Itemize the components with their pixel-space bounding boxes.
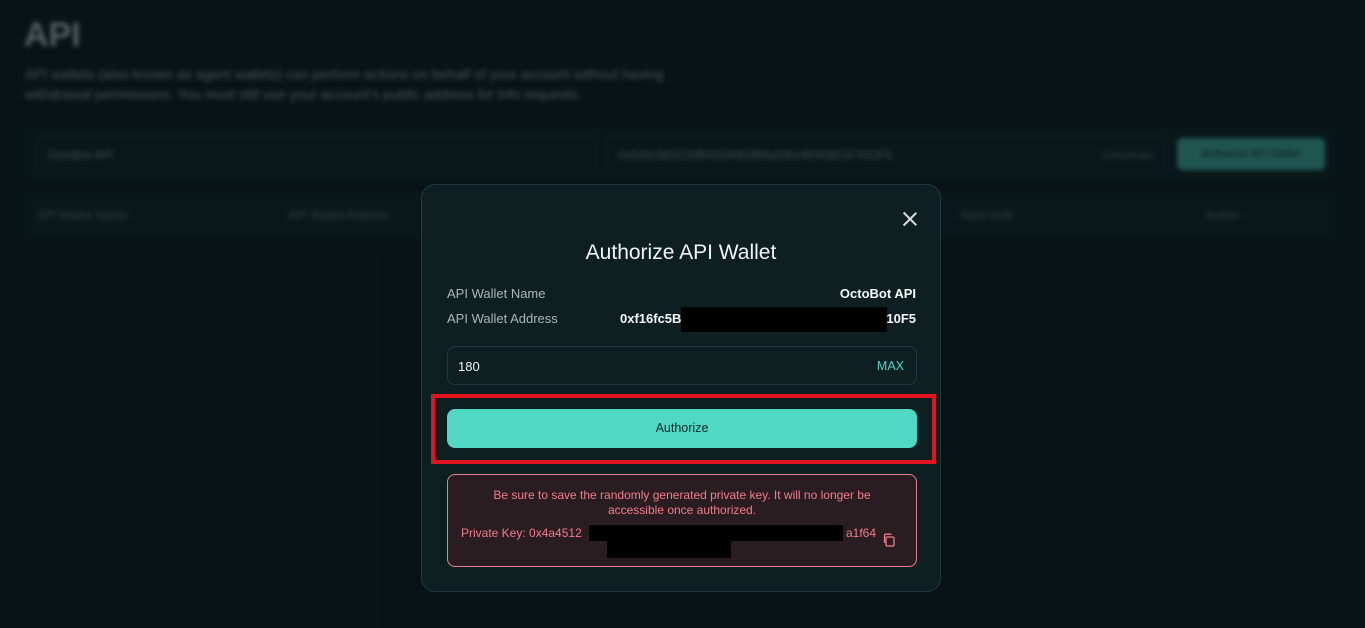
private-key-warning: Be sure to save the randomly generated p… (447, 474, 917, 567)
private-key-suffix: a1f64 (846, 526, 877, 540)
wallet-address-prefix: 0xf16fc5B2 (620, 311, 689, 326)
wallet-address-label: API Wallet Address (447, 311, 558, 326)
authorize-button[interactable]: Authorize (447, 409, 917, 448)
redaction-bar (681, 307, 887, 332)
valid-days-input[interactable]: 180 MAX (447, 346, 917, 385)
wallet-name-label: API Wallet Name (447, 286, 546, 301)
private-key-prefix: Private Key: 0x4a4512 (461, 526, 582, 540)
warning-message: Be sure to save the randomly generated p… (493, 488, 871, 517)
wallet-name-row: API Wallet Name OctoBot API (447, 286, 916, 304)
redaction-bar (589, 525, 843, 541)
wallet-name-value: OctoBot API (839, 286, 916, 301)
close-icon[interactable] (902, 211, 918, 227)
authorize-api-wallet-dialog: Authorize API Wallet API Wallet Name Oct… (421, 184, 941, 592)
valid-days-value: 180 (458, 359, 480, 374)
max-button[interactable]: MAX (877, 359, 904, 373)
redaction-bar (607, 541, 731, 558)
dialog-title: Authorize API Wallet (585, 241, 777, 264)
copy-icon[interactable] (882, 533, 896, 547)
wallet-address-suffix: 10F5 (886, 311, 916, 326)
